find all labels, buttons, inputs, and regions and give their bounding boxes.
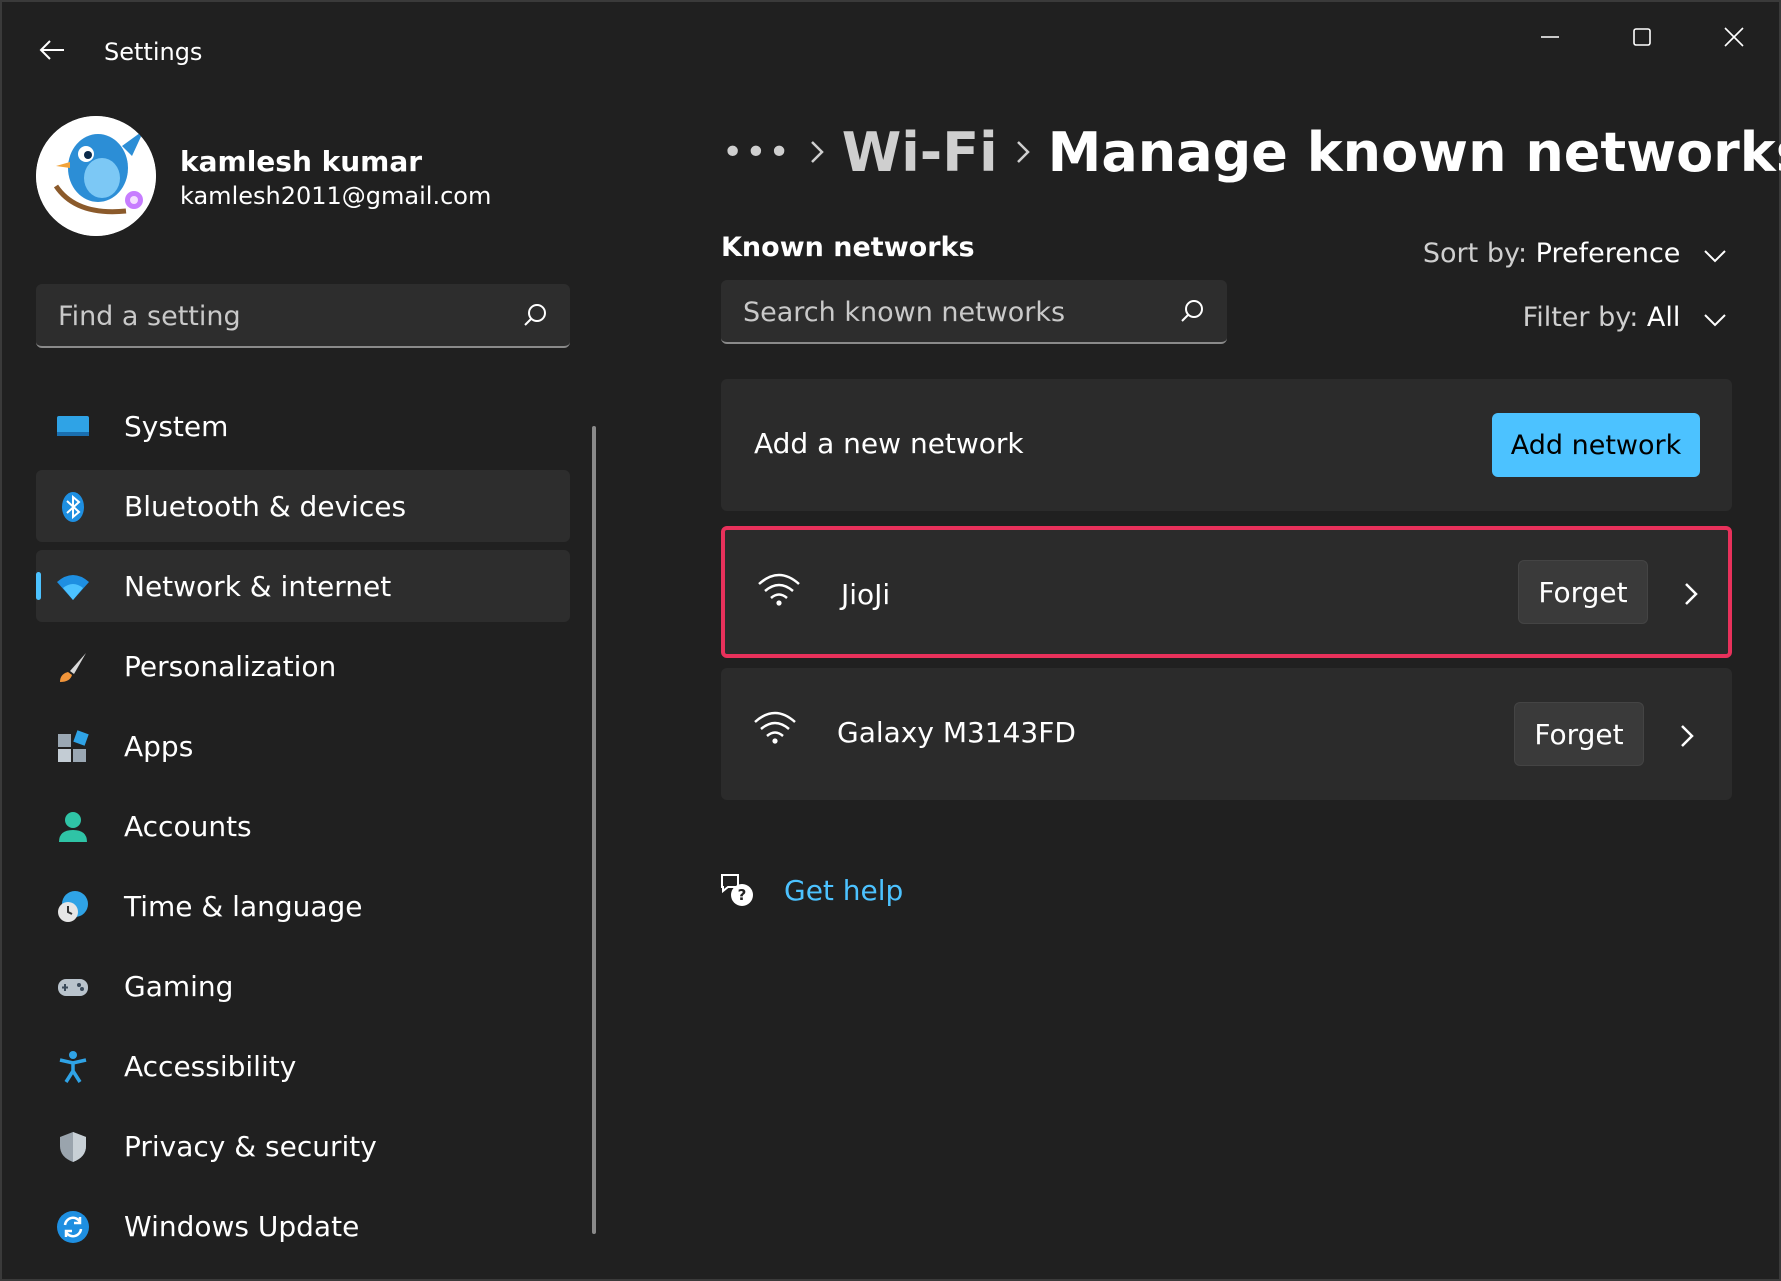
filter-value: All xyxy=(1646,302,1681,333)
known-networks-title: Known networks xyxy=(721,232,975,263)
sidebar-item-network[interactable]: Network & internet xyxy=(36,550,570,622)
wifi-icon xyxy=(57,575,89,600)
network-name: Galaxy M3143FD xyxy=(837,716,1076,749)
sidebar-item-label: Bluetooth & devices xyxy=(124,489,407,523)
get-help-label: Get help xyxy=(784,873,904,907)
sidebar-nav: System Bluetooth & devices Network & int… xyxy=(36,390,570,1270)
sidebar-item-privacy[interactable]: Privacy & security xyxy=(36,1110,570,1182)
chevron-right-icon[interactable] xyxy=(1680,578,1704,610)
forget-button[interactable]: Forget xyxy=(1518,560,1648,624)
sidebar-item-system[interactable]: System xyxy=(36,390,570,462)
network-item-galaxy[interactable]: Galaxy M3143FD Forget xyxy=(721,668,1732,800)
close-button[interactable] xyxy=(1704,14,1764,60)
selection-indicator xyxy=(36,572,41,600)
clock-globe-icon xyxy=(58,891,88,922)
app-title: Settings xyxy=(104,38,203,66)
sidebar-item-label: Time & language xyxy=(124,889,363,923)
add-network-button[interactable]: Add network xyxy=(1492,413,1700,477)
sort-value: Preference xyxy=(1535,238,1681,269)
sort-dropdown[interactable]: Sort by: Preference xyxy=(1422,238,1727,270)
avatar[interactable] xyxy=(36,116,156,236)
breadcrumb-wifi[interactable]: Wi-Fi xyxy=(842,121,998,184)
update-icon xyxy=(57,1211,89,1243)
sidebar-item-label: Windows Update xyxy=(124,1209,360,1243)
settings-window: Settings kamlesh kumar kamlesh2011@gmail… xyxy=(0,0,1781,1281)
filter-dropdown[interactable]: Filter by: All xyxy=(1482,302,1727,334)
sidebar-item-label: Personalization xyxy=(124,649,337,683)
wifi-signal-icon xyxy=(754,711,796,744)
network-name: JioJi xyxy=(841,578,891,611)
maximize-icon xyxy=(1633,28,1651,46)
svg-text:?: ? xyxy=(738,886,747,904)
add-network-card: Add a new network Add network xyxy=(721,379,1732,511)
bird-avatar-icon xyxy=(36,116,156,236)
known-networks-search xyxy=(721,280,1227,344)
sidebar-item-label: Privacy & security xyxy=(124,1129,377,1163)
sidebar-item-label: Gaming xyxy=(124,969,234,1003)
close-icon xyxy=(1724,27,1744,47)
filter-label: Filter by: xyxy=(1522,302,1639,333)
add-network-label: Add a new network xyxy=(754,427,1024,460)
sidebar-item-gaming[interactable]: Gaming xyxy=(36,950,570,1022)
sidebar-item-label: Apps xyxy=(124,729,194,763)
profile-email: kamlesh2011@gmail.com xyxy=(180,182,492,210)
system-icon xyxy=(57,416,89,436)
apps-icon xyxy=(58,730,89,762)
breadcrumb: ••• Wi-Fi Manage known networks xyxy=(722,112,1781,192)
sidebar-item-bluetooth[interactable]: Bluetooth & devices xyxy=(36,470,570,542)
sidebar-item-time-language[interactable]: Time & language xyxy=(36,870,570,942)
minimize-button[interactable] xyxy=(1520,14,1580,60)
chevron-right-icon[interactable] xyxy=(1676,720,1700,752)
sidebar-item-label: System xyxy=(124,409,229,443)
sidebar-item-personalization[interactable]: Personalization xyxy=(36,630,570,702)
title-bar: Settings xyxy=(2,2,1779,102)
minimize-icon xyxy=(1541,36,1559,38)
search-icon[interactable] xyxy=(522,302,548,328)
person-icon xyxy=(59,812,87,842)
search-icon[interactable] xyxy=(1179,298,1205,324)
chevron-down-icon xyxy=(1703,303,1727,334)
chevron-right-icon xyxy=(792,139,842,165)
network-search-input[interactable] xyxy=(741,280,1165,344)
back-button[interactable] xyxy=(32,30,72,70)
accessibility-icon xyxy=(59,1051,87,1083)
breadcrumb-more-button[interactable]: ••• xyxy=(722,132,792,173)
sidebar-scrollbar[interactable] xyxy=(592,426,596,1234)
gamepad-icon xyxy=(58,979,88,996)
settings-search xyxy=(36,284,570,348)
brush-icon xyxy=(60,653,86,682)
forget-button[interactable]: Forget xyxy=(1514,702,1644,766)
sort-label: Sort by: xyxy=(1422,238,1528,269)
sidebar-item-label: Accessibility xyxy=(124,1049,297,1083)
sidebar-item-accounts[interactable]: Accounts xyxy=(36,790,570,862)
help-chat-icon: ? xyxy=(721,874,753,906)
bluetooth-icon xyxy=(62,492,84,522)
sidebar-item-apps[interactable]: Apps xyxy=(36,710,570,782)
profile-name: kamlesh kumar xyxy=(180,145,423,178)
maximize-button[interactable] xyxy=(1612,14,1672,60)
sidebar-item-label: Network & internet xyxy=(124,569,392,603)
search-input[interactable] xyxy=(56,284,520,348)
sidebar-item-label: Accounts xyxy=(124,809,252,843)
network-item-jioji[interactable]: JioJi Forget xyxy=(721,526,1732,658)
back-arrow-icon xyxy=(39,40,64,60)
sidebar-item-windows-update[interactable]: Windows Update xyxy=(36,1190,570,1262)
get-help-link[interactable]: ? Get help xyxy=(718,868,903,912)
sidebar-item-accessibility[interactable]: Accessibility xyxy=(36,1030,570,1102)
shield-icon xyxy=(60,1132,86,1162)
chevron-right-icon xyxy=(998,139,1048,165)
chevron-down-icon xyxy=(1703,239,1727,270)
page-title: Manage known networks xyxy=(1047,120,1781,184)
wifi-signal-icon xyxy=(758,573,800,606)
